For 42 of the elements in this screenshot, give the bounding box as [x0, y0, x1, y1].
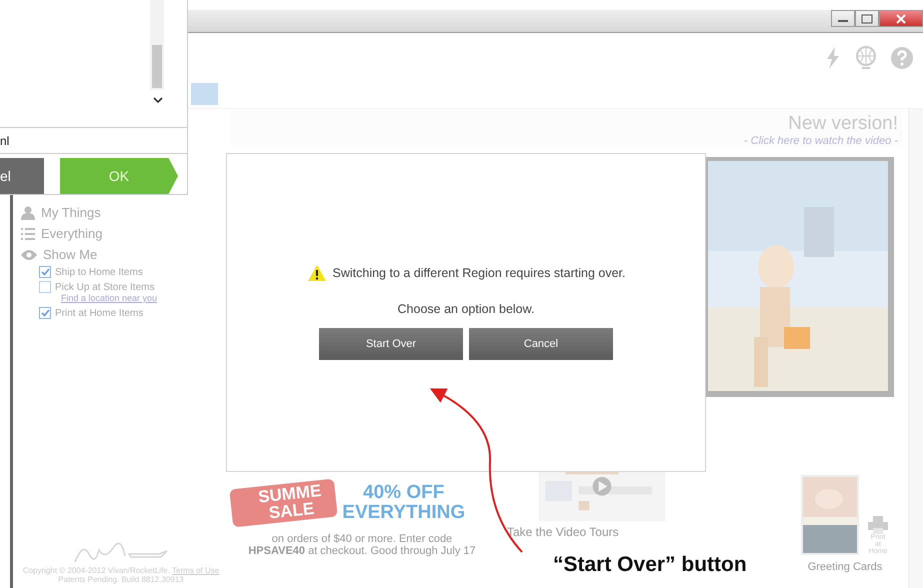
- chevron-down-icon[interactable]: [153, 97, 163, 104]
- help-icon[interactable]: [891, 47, 913, 69]
- location-link[interactable]: Find a location near you: [61, 293, 158, 303]
- annotation-label: “Start Over” button: [553, 553, 747, 577]
- dialog-prompt: Choose an option below.: [398, 302, 534, 316]
- eye-icon: [21, 248, 37, 260]
- video-link[interactable]: - Click here to watch the video -: [744, 135, 898, 147]
- scrollbar[interactable]: [150, 0, 164, 90]
- person-icon: [21, 206, 35, 220]
- minimize-button[interactable]: [831, 10, 855, 27]
- close-button[interactable]: [879, 10, 923, 27]
- discount-headline: 40% OFF: [363, 483, 444, 503]
- discount-headline: EVERYTHING: [342, 502, 466, 523]
- tab-highlight: [191, 83, 218, 105]
- globe-icon[interactable]: [855, 46, 877, 70]
- warning-icon: [306, 264, 326, 282]
- ok-button[interactable]: OK: [60, 158, 178, 194]
- cancel-button[interactable]: el: [0, 158, 44, 194]
- cancel-button[interactable]: Cancel: [469, 328, 613, 360]
- sidebar-item[interactable]: Show Me: [43, 247, 98, 262]
- filter-label: Pick Up at Store Items: [55, 282, 154, 292]
- checkbox[interactable]: [39, 281, 51, 293]
- sidebar-item[interactable]: Everything: [41, 226, 102, 241]
- checkbox[interactable]: [39, 266, 51, 278]
- filter-label: Ship to Home Items: [55, 266, 143, 278]
- promo-text: HPSAVE40 at checkout. Good through July 17: [248, 544, 476, 557]
- maximize-icon: [861, 14, 873, 24]
- start-over-button[interactable]: Start Over: [319, 328, 463, 360]
- maximize-button[interactable]: [855, 10, 879, 27]
- sale-text: SALE: [268, 500, 315, 522]
- sidebar-item[interactable]: My Things: [41, 205, 101, 220]
- promo-text: on orders of $40 or more. Enter code: [272, 532, 452, 545]
- cards-label[interactable]: Greeting Cards: [808, 561, 882, 573]
- filter-label: Print at Home Items: [55, 308, 144, 318]
- video-title[interactable]: Take the Video Tours: [507, 525, 697, 539]
- close-icon: [895, 14, 907, 24]
- lightning-icon[interactable]: [825, 47, 841, 69]
- checkbox[interactable]: [39, 307, 51, 319]
- printer-icon[interactable]: [868, 516, 888, 534]
- input-field[interactable]: nl: [0, 128, 187, 154]
- list-icon: [21, 226, 35, 240]
- dialog-message: Switching to a different Region requires starting over.: [332, 266, 626, 280]
